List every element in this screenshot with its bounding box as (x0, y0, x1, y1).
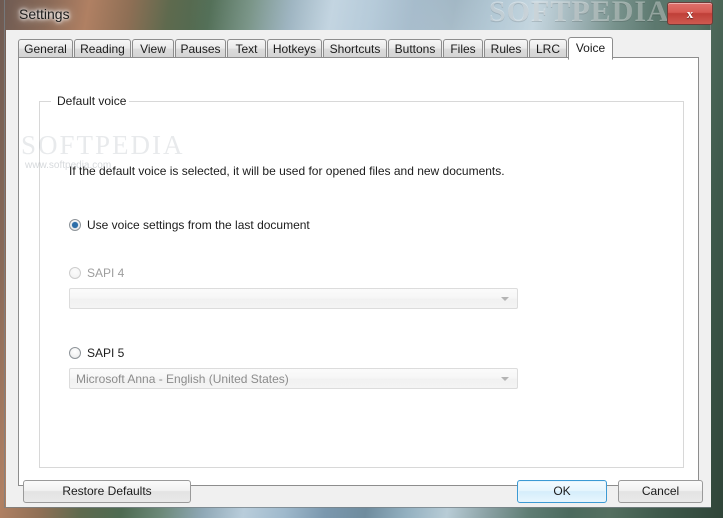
sapi4-voice-combobox[interactable] (69, 288, 518, 309)
tab-rules[interactable]: Rules (484, 39, 528, 58)
tab-buttons[interactable]: Buttons (388, 39, 442, 58)
settings-tabstrip: General Reading View Pauses Text Hotkeys… (18, 37, 699, 60)
tab-shortcuts[interactable]: Shortcuts (323, 39, 387, 58)
tab-lrc[interactable]: LRC (529, 39, 567, 58)
cancel-button[interactable]: Cancel (618, 480, 703, 503)
settings-window: Settings x General Reading View Pauses T… (4, 0, 713, 508)
radio-sapi5-label: SAPI 5 (87, 346, 125, 360)
close-button[interactable]: x (667, 2, 713, 25)
tab-general[interactable]: General (18, 39, 73, 58)
chevron-down-icon[interactable] (501, 297, 509, 301)
radio-use-last-document-indicator[interactable] (69, 219, 81, 231)
close-icon: x (686, 6, 694, 21)
window-client-area: General Reading View Pauses Text Hotkeys… (6, 30, 711, 507)
tab-hotkeys[interactable]: Hotkeys (267, 39, 322, 58)
sapi5-voice-combobox[interactable]: Microsoft Anna - English (United States) (69, 368, 518, 389)
chevron-down-icon[interactable] (501, 377, 509, 381)
restore-defaults-button[interactable]: Restore Defaults (23, 480, 191, 503)
radio-use-last-document-label: Use voice settings from the last documen… (87, 218, 310, 232)
sapi5-voice-value: Microsoft Anna - English (United States) (76, 372, 289, 386)
ok-button[interactable]: OK (517, 480, 607, 503)
groupbox-title: Default voice (54, 94, 130, 108)
groupbox-border (39, 101, 684, 468)
default-voice-groupbox: Default voice (39, 94, 684, 468)
tab-pauses[interactable]: Pauses (175, 39, 226, 58)
groupbox-border-top-right (128, 101, 684, 102)
voice-tab-page: Default voice If the default voice is se… (18, 57, 699, 486)
radio-sapi4-label: SAPI 4 (87, 266, 125, 280)
radio-sapi5-indicator[interactable] (69, 347, 81, 359)
tab-reading[interactable]: Reading (74, 39, 131, 58)
radio-sapi4-indicator[interactable] (69, 267, 81, 279)
tab-text[interactable]: Text (227, 39, 266, 58)
groupbox-border-top-left (39, 101, 51, 102)
window-title: Settings (19, 6, 70, 22)
default-voice-hint: If the default voice is selected, it wil… (69, 164, 505, 178)
tab-voice[interactable]: Voice (568, 37, 613, 60)
window-titlebar[interactable]: Settings (5, 0, 712, 30)
tab-files[interactable]: Files (443, 39, 483, 58)
tab-view[interactable]: View (132, 39, 174, 58)
